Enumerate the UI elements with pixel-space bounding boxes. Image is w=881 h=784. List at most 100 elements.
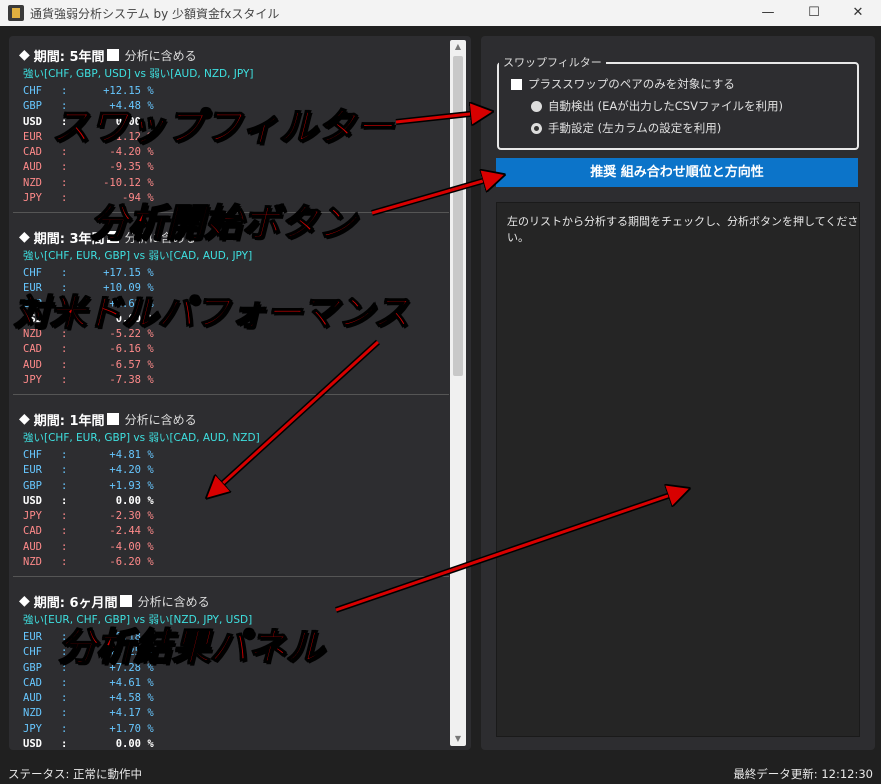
currency-value: +4.58 bbox=[109, 692, 141, 705]
currency-code: GBP bbox=[23, 661, 42, 674]
result-text: 左のリストから分析する期間をチェックし、分析ボタンを押してください。 bbox=[507, 215, 859, 244]
scroll-up-icon[interactable]: ▲ bbox=[450, 40, 466, 54]
percent-sign: % bbox=[147, 707, 154, 720]
currency-code: NZD bbox=[23, 707, 42, 720]
include-checkbox[interactable] bbox=[119, 595, 132, 607]
colon: : bbox=[61, 449, 68, 461]
plus-swap-label: プラススワップのペアのみを対象にする bbox=[528, 77, 735, 91]
percent-sign: % bbox=[147, 374, 154, 387]
currency-list: CHF: +4.81 % EUR: +4.20 % GBP: +1.93 % USD: 0.0… bbox=[23, 448, 154, 570]
swap-filter-group: プラススワップのペアのみを対象にする 自動検出 (EAが出力したCSVファイルを… bbox=[497, 62, 859, 150]
percent-sign: % bbox=[147, 161, 154, 174]
currency-code: GBP bbox=[23, 479, 42, 492]
colon: : bbox=[61, 374, 68, 387]
currency-row: CHF: +4.81 % bbox=[23, 448, 154, 463]
currency-row: NZD: -6.20 % bbox=[23, 555, 154, 570]
percent-sign: % bbox=[147, 176, 154, 189]
strength-summary: 強い[CHF, EUR, GBP] vs 弱い[CAD, AUD, NZD] bbox=[23, 432, 260, 444]
percent-sign: % bbox=[147, 267, 154, 279]
percent-sign: % bbox=[147, 449, 154, 461]
currency-value: -4.00 bbox=[109, 540, 141, 553]
currency-value: -6.57 bbox=[109, 358, 141, 371]
currency-value: 0.00 bbox=[115, 738, 141, 750]
colon: : bbox=[61, 540, 68, 553]
currency-code: NZD bbox=[23, 556, 42, 569]
percent-sign: % bbox=[147, 494, 154, 507]
scrollbar[interactable]: ▲ ▼ bbox=[450, 40, 466, 746]
percent-sign: % bbox=[147, 692, 154, 705]
period-label: 期間: 5年間 bbox=[33, 49, 105, 65]
percent-sign: % bbox=[147, 343, 154, 356]
manual-label: 手動設定 (左カラムの設定を利用) bbox=[548, 121, 722, 135]
currency-row: CAD: -2.44 % bbox=[23, 524, 154, 539]
include-label: 分析に含める bbox=[124, 412, 197, 427]
currency-value: 0.00 bbox=[115, 494, 141, 507]
colon: : bbox=[61, 267, 68, 279]
include-label: 分析に含める bbox=[124, 48, 197, 63]
percent-sign: % bbox=[147, 464, 154, 477]
colon: : bbox=[61, 692, 68, 705]
maximize-button[interactable]: ☐ bbox=[791, 0, 837, 26]
currency-value: +1.93 bbox=[109, 479, 141, 492]
colon: : bbox=[61, 161, 68, 174]
percent-sign: % bbox=[147, 556, 154, 569]
colon: : bbox=[61, 176, 68, 189]
status-bar: ステータス: 正常に動作中 最終データ更新: 12:12:30 bbox=[0, 762, 881, 784]
diamond-icon: ◆ bbox=[19, 47, 30, 63]
currency-row: NZD: -10.12 % bbox=[23, 176, 154, 191]
section-divider bbox=[13, 576, 449, 577]
currency-value: -2.30 bbox=[109, 510, 141, 523]
diamond-icon: ◆ bbox=[19, 593, 30, 609]
diamond-icon: ◆ bbox=[19, 229, 30, 245]
include-checkbox[interactable] bbox=[106, 49, 119, 61]
currency-code: CAD bbox=[23, 525, 42, 538]
percent-sign: % bbox=[147, 479, 154, 492]
colon: : bbox=[61, 556, 68, 569]
diamond-icon: ◆ bbox=[19, 411, 30, 427]
currency-code: NZD bbox=[23, 176, 42, 189]
currency-code: EUR bbox=[23, 464, 42, 477]
percent-sign: % bbox=[147, 510, 154, 523]
currency-row: JPY: +1.70 % bbox=[23, 722, 154, 737]
auto-detect-option[interactable]: 自動検出 (EAが出力したCSVファイルを利用) bbox=[531, 98, 783, 114]
manual-option[interactable]: 手動設定 (左カラムの設定を利用) bbox=[531, 120, 721, 136]
percent-sign: % bbox=[147, 738, 154, 750]
colon: : bbox=[61, 738, 68, 750]
close-button[interactable]: ✕ bbox=[835, 0, 881, 26]
plus-swap-checkbox[interactable] bbox=[511, 78, 522, 90]
currency-row: USD: 0.00 % bbox=[23, 737, 154, 750]
percent-sign: % bbox=[147, 525, 154, 538]
scroll-down-icon[interactable]: ▼ bbox=[450, 732, 466, 746]
auto-detect-label: 自動検出 (EAが出力したCSVファイルを利用) bbox=[548, 99, 783, 113]
colon: : bbox=[61, 676, 68, 689]
colon: : bbox=[61, 494, 68, 507]
currency-code: AUD bbox=[23, 692, 42, 705]
percent-sign: % bbox=[147, 540, 154, 553]
currency-value: +4.17 bbox=[109, 707, 141, 720]
currency-row: CHF: +17.15 % bbox=[23, 266, 154, 281]
percent-sign: % bbox=[147, 358, 154, 371]
currency-value: -10.12 bbox=[103, 176, 141, 189]
plus-swap-option[interactable]: プラススワップのペアのみを対象にする bbox=[511, 76, 735, 92]
currency-value: -7.38 bbox=[109, 374, 141, 387]
currency-code: JPY bbox=[23, 510, 42, 523]
analyze-button[interactable]: 推奨 組み合わせ順位と方向性 bbox=[496, 158, 858, 187]
currency-code: CHF bbox=[23, 449, 42, 461]
manual-radio[interactable] bbox=[531, 122, 542, 134]
scroll-thumb[interactable] bbox=[453, 56, 463, 376]
annotation-swap-filter: スワップフィルター bbox=[51, 103, 394, 150]
minimize-button[interactable]: — bbox=[745, 0, 791, 26]
currency-value: +17.15 bbox=[103, 267, 141, 279]
include-checkbox[interactable] bbox=[106, 413, 119, 425]
auto-detect-radio[interactable] bbox=[531, 100, 542, 112]
currency-row: CAD: +4.61 % bbox=[23, 676, 154, 691]
currency-value: +4.61 bbox=[109, 676, 141, 689]
percent-sign: % bbox=[147, 676, 154, 689]
currency-code: CHF bbox=[23, 267, 42, 279]
currency-value: -6.16 bbox=[109, 343, 141, 356]
currency-code: JPY bbox=[23, 374, 42, 387]
currency-row: GBP: +1.93 % bbox=[23, 479, 154, 494]
period-label: 期間: 1年間 bbox=[33, 413, 105, 429]
currency-code: CHF bbox=[23, 646, 42, 659]
colon: : bbox=[61, 343, 68, 356]
